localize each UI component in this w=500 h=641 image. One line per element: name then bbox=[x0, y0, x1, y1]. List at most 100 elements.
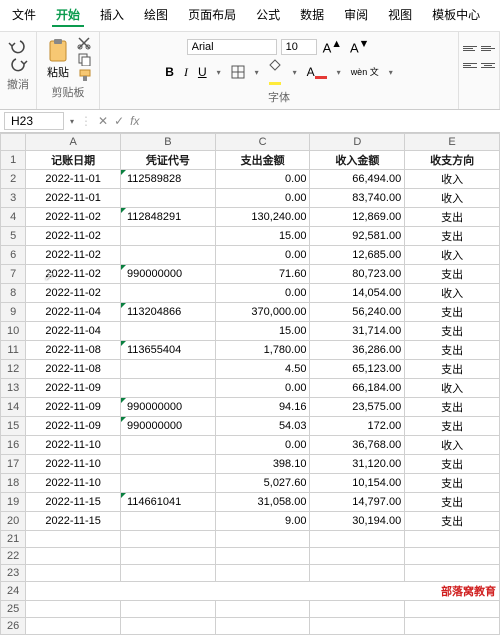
cell[interactable]: 收入 bbox=[405, 246, 500, 265]
col-header[interactable]: E bbox=[405, 134, 500, 151]
row-header[interactable]: 18 bbox=[1, 474, 26, 493]
row-header[interactable]: 13 bbox=[1, 379, 26, 398]
cell[interactable]: 94.16 bbox=[215, 398, 310, 417]
cell[interactable]: 2022-11-02 bbox=[26, 227, 121, 246]
cell[interactable]: 支出 bbox=[405, 341, 500, 360]
cell[interactable]: 2022-11-15 bbox=[26, 493, 121, 512]
cell[interactable]: 66,494.00 bbox=[310, 170, 405, 189]
cell[interactable]: 2022-11-02 bbox=[26, 208, 121, 227]
copy-icon[interactable] bbox=[77, 52, 93, 66]
cell[interactable]: 收入金额 bbox=[310, 151, 405, 170]
cell[interactable] bbox=[121, 512, 216, 531]
menu-insert[interactable]: 插入 bbox=[96, 4, 128, 27]
cell[interactable]: 2022-11-02 bbox=[26, 284, 121, 303]
cell[interactable]: 12,869.00 bbox=[310, 208, 405, 227]
cell[interactable]: 支出 bbox=[405, 303, 500, 322]
cell[interactable]: 398.10 bbox=[215, 455, 310, 474]
cell[interactable] bbox=[26, 601, 121, 618]
cell[interactable]: 2022-11-08 bbox=[26, 341, 121, 360]
cell[interactable]: 凭证代号 bbox=[121, 151, 216, 170]
phonetic-button[interactable]: wèn 文 bbox=[349, 68, 381, 77]
spreadsheet-grid[interactable]: A B C D E 1 记账日期 凭证代号 支出金额 收入金额 收支方向2 20… bbox=[0, 133, 500, 635]
font-size-select[interactable] bbox=[281, 39, 317, 55]
row-header[interactable]: 23 bbox=[1, 565, 26, 582]
menu-layout[interactable]: 页面布局 bbox=[184, 4, 240, 27]
cell[interactable]: 172.00 bbox=[310, 417, 405, 436]
cell[interactable]: 支出 bbox=[405, 227, 500, 246]
cell[interactable]: 10,154.00 bbox=[310, 474, 405, 493]
cell[interactable] bbox=[121, 360, 216, 379]
cell[interactable]: 31,714.00 bbox=[310, 322, 405, 341]
cell[interactable] bbox=[121, 474, 216, 493]
cell[interactable]: 收入 bbox=[405, 189, 500, 208]
cell[interactable] bbox=[121, 246, 216, 265]
cell[interactable] bbox=[26, 565, 121, 582]
cell[interactable]: 0.00 bbox=[215, 170, 310, 189]
row-header[interactable]: 17 bbox=[1, 455, 26, 474]
row-header[interactable]: 14 bbox=[1, 398, 26, 417]
cell[interactable]: 2022-11-09 bbox=[26, 417, 121, 436]
cell[interactable]: 83,740.00 bbox=[310, 189, 405, 208]
col-header[interactable]: D bbox=[310, 134, 405, 151]
font-name-select[interactable] bbox=[187, 39, 277, 55]
cell[interactable]: 66,184.00 bbox=[310, 379, 405, 398]
cell[interactable]: 2022-11-09 bbox=[26, 379, 121, 398]
cut-icon[interactable] bbox=[77, 36, 93, 50]
menu-view[interactable]: 视图 bbox=[384, 4, 416, 27]
col-header[interactable]: B bbox=[121, 134, 216, 151]
cell[interactable] bbox=[215, 618, 310, 635]
format-painter-icon[interactable] bbox=[77, 68, 93, 82]
cell[interactable]: 记账日期 bbox=[26, 151, 121, 170]
cell[interactable]: 71.60 bbox=[215, 265, 310, 284]
cell[interactable]: 2022-11-02 bbox=[26, 246, 121, 265]
cell[interactable] bbox=[121, 565, 216, 582]
row-header[interactable]: 10 bbox=[1, 322, 26, 341]
cell[interactable]: 2022-11-10 bbox=[26, 436, 121, 455]
cell[interactable]: 支出 bbox=[405, 265, 500, 284]
cell[interactable] bbox=[121, 436, 216, 455]
col-header[interactable]: A bbox=[26, 134, 121, 151]
row-header[interactable]: 22 bbox=[1, 548, 26, 565]
row-header[interactable]: 7 bbox=[1, 265, 26, 284]
cell[interactable] bbox=[310, 565, 405, 582]
cell[interactable] bbox=[121, 284, 216, 303]
confirm-formula-icon[interactable]: ✓ bbox=[114, 114, 124, 128]
cell[interactable]: 36,768.00 bbox=[310, 436, 405, 455]
cell[interactable]: 2022-11-01 bbox=[26, 189, 121, 208]
cell[interactable]: 370,000.00 bbox=[215, 303, 310, 322]
cell[interactable]: 114661041 bbox=[121, 493, 216, 512]
cell[interactable] bbox=[405, 531, 500, 548]
border-button[interactable] bbox=[229, 65, 247, 79]
cell[interactable] bbox=[121, 455, 216, 474]
cancel-formula-icon[interactable]: ✕ bbox=[98, 114, 108, 128]
cell[interactable]: 990000000 bbox=[121, 398, 216, 417]
cell[interactable] bbox=[405, 565, 500, 582]
cell[interactable]: 支出 bbox=[405, 474, 500, 493]
row-header[interactable]: 4 bbox=[1, 208, 26, 227]
align-middle-icon[interactable] bbox=[481, 36, 495, 51]
cell[interactable]: 23,575.00 bbox=[310, 398, 405, 417]
menu-draw[interactable]: 绘图 bbox=[140, 4, 172, 27]
cell[interactable]: 0.00 bbox=[215, 189, 310, 208]
bold-button[interactable]: B bbox=[163, 65, 176, 79]
row-header[interactable]: 15 bbox=[1, 417, 26, 436]
cell[interactable]: 990000000 bbox=[121, 417, 216, 436]
cell[interactable]: 113204866 bbox=[121, 303, 216, 322]
cell[interactable]: 2022-11-01 bbox=[26, 170, 121, 189]
row-header[interactable]: 8 bbox=[1, 284, 26, 303]
cell[interactable] bbox=[405, 548, 500, 565]
cell[interactable]: 4.50 bbox=[215, 360, 310, 379]
cell[interactable] bbox=[26, 531, 121, 548]
cell[interactable]: 31,058.00 bbox=[215, 493, 310, 512]
cell[interactable]: 支出 bbox=[405, 398, 500, 417]
cell[interactable]: 80,723.00 bbox=[310, 265, 405, 284]
row-header[interactable]: 12 bbox=[1, 360, 26, 379]
underline-button[interactable]: U bbox=[196, 65, 209, 79]
paste-button[interactable]: 粘贴 bbox=[43, 36, 73, 82]
cell[interactable]: 收入 bbox=[405, 170, 500, 189]
cell[interactable] bbox=[121, 618, 216, 635]
menu-home[interactable]: 开始 bbox=[52, 4, 84, 27]
row-header[interactable]: 2 bbox=[1, 170, 26, 189]
cell[interactable] bbox=[121, 548, 216, 565]
cell[interactable] bbox=[310, 548, 405, 565]
